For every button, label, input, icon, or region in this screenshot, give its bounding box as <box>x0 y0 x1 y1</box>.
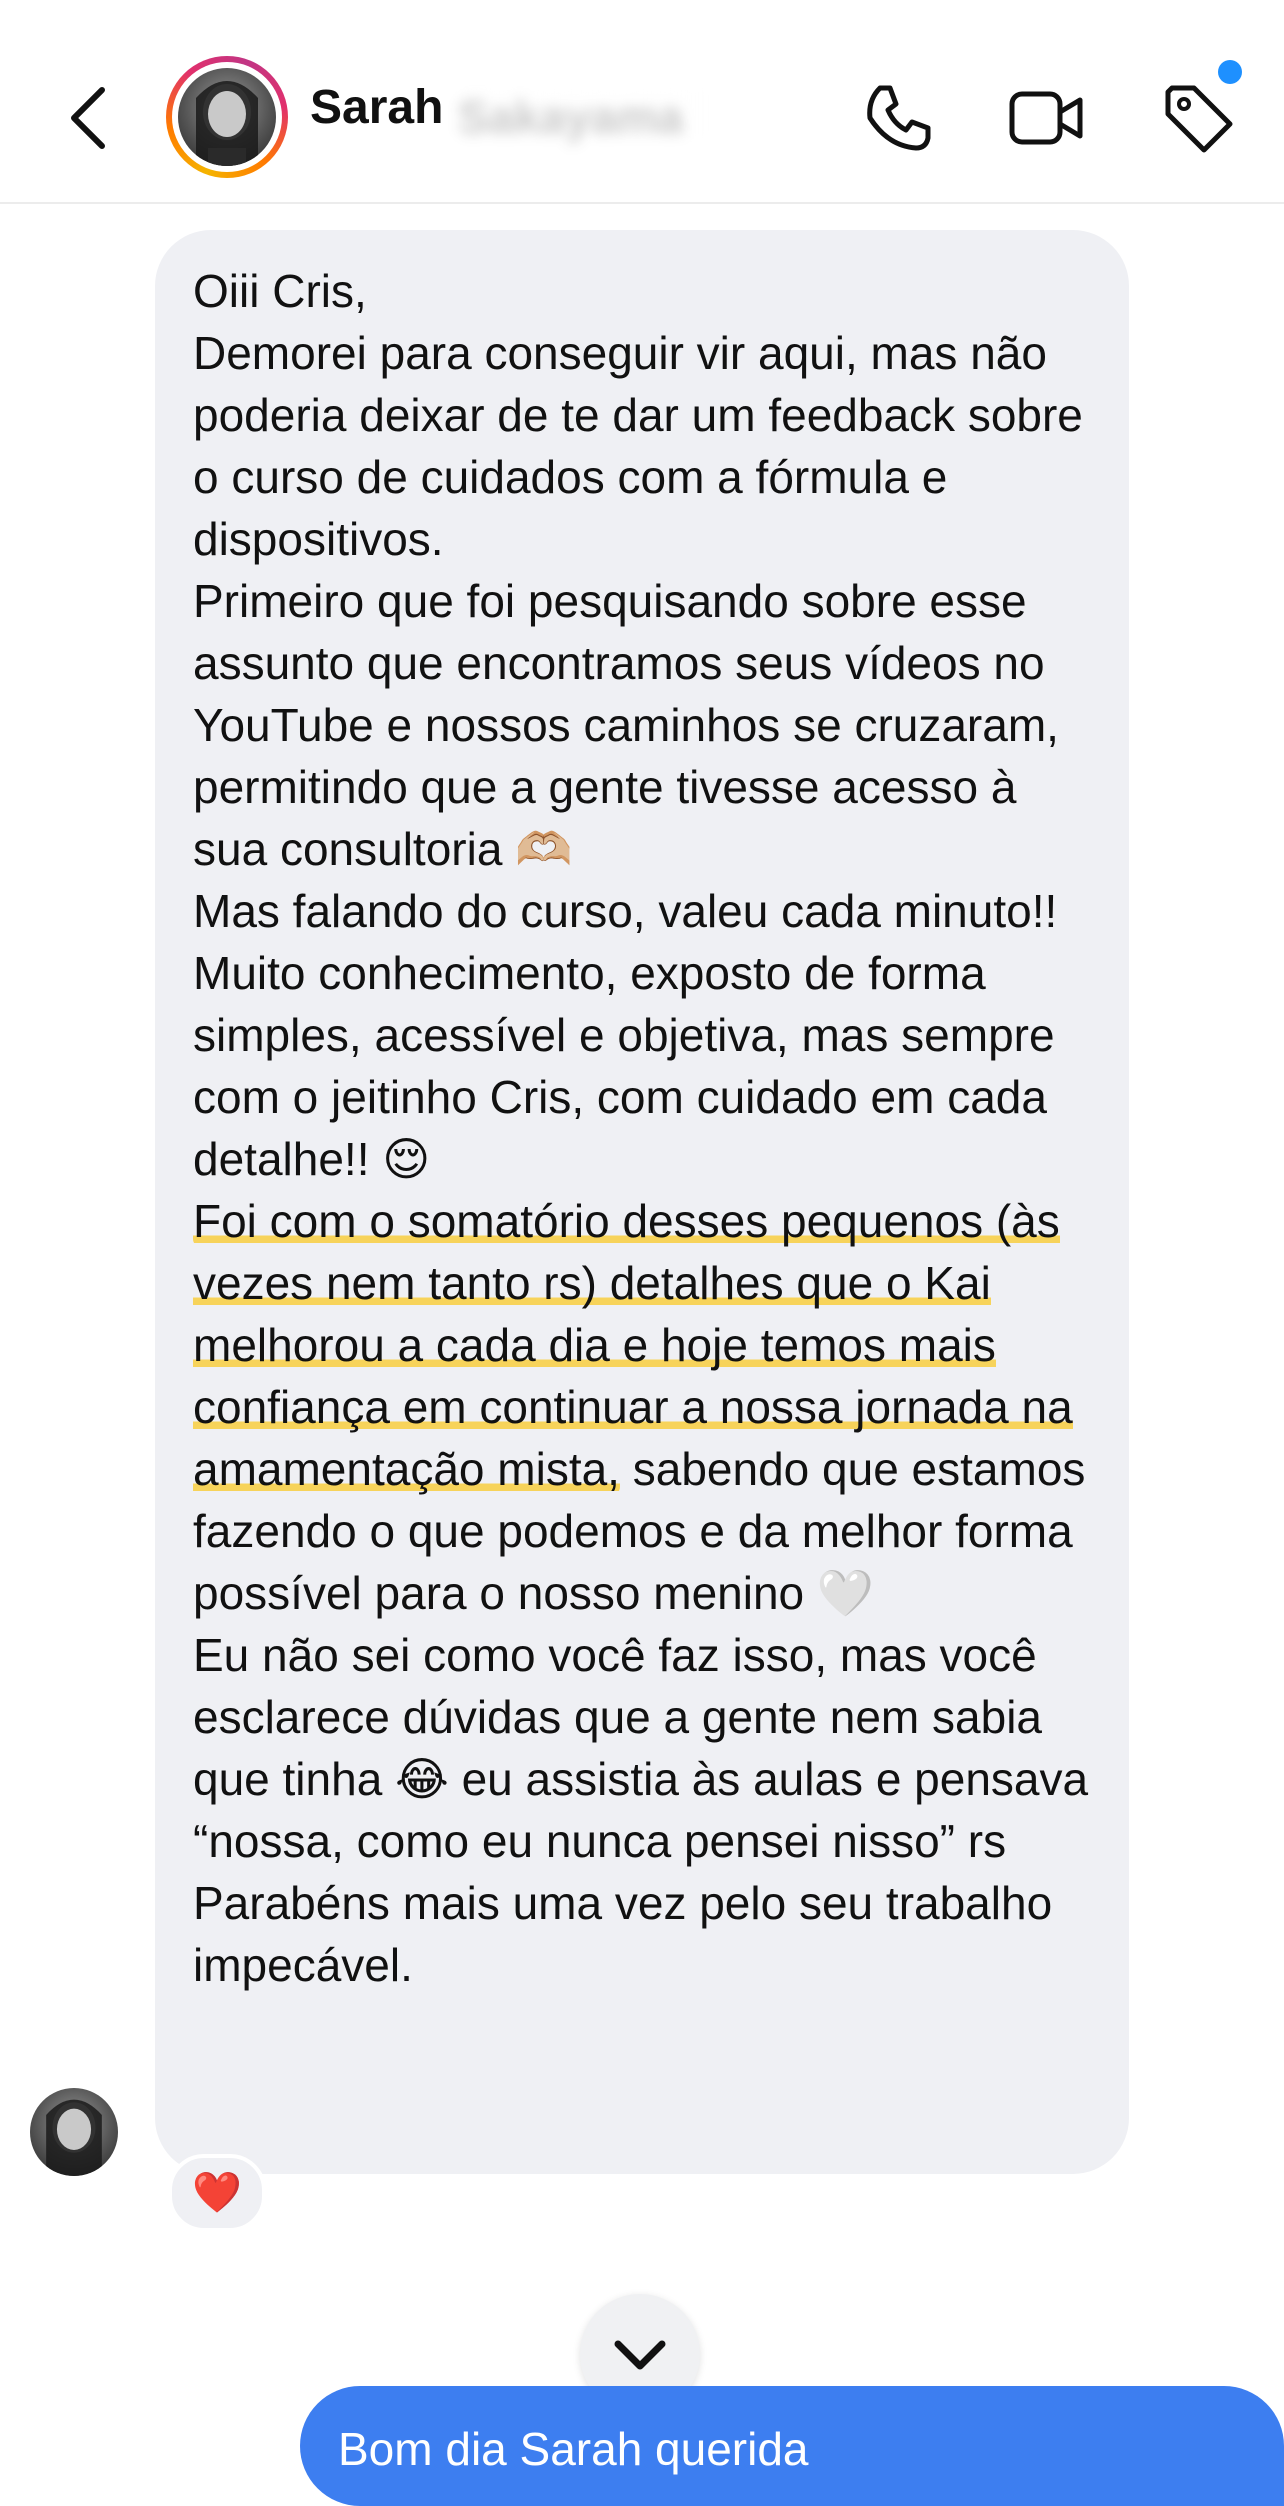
message-paragraph-2-text: Primeiro que foi pesquisando sobre esse … <box>193 575 1059 875</box>
message-greeting: Oiii Cris, <box>193 265 367 317</box>
contact-avatar[interactable] <box>166 56 288 178</box>
message-paragraph-3-text: Mas falando do curso, valeu cada minuto!… <box>193 885 1058 1185</box>
message-paragraph-1: Demorei para conseguir vir aqui, mas não… <box>193 327 1083 565</box>
message-text: Oiii Cris, Demorei para conseguir vir aq… <box>193 260 1103 1996</box>
outgoing-message-bubble[interactable]: Bom dia Sarah querida <box>300 2386 1284 2506</box>
heart-reaction[interactable]: ❤️ <box>168 2154 266 2232</box>
back-chevron-icon[interactable] <box>58 78 118 158</box>
heart-hands-emoji: 🫶🏼 <box>515 822 573 876</box>
contact-surname-obscured: Sakayama <box>458 90 708 143</box>
phone-icon[interactable] <box>858 78 938 158</box>
contact-name[interactable]: Sarah <box>310 80 443 135</box>
tears-of-joy-emoji: 😂 <box>395 1752 449 1806</box>
sender-avatar[interactable] <box>30 2088 118 2176</box>
video-camera-icon[interactable] <box>1006 78 1086 158</box>
chat-header: Sarah Sakayama <box>0 0 1284 204</box>
message-paragraph-6: Parabéns mais uma vez pelo seu trabalho … <box>193 1877 1053 1991</box>
outgoing-message-text: Bom dia Sarah querida <box>338 2423 809 2475</box>
relieved-face-emoji: 😌 <box>382 1132 431 1186</box>
message-paragraph-5: Eu não sei como você faz isso, mas você … <box>193 1624 1103 1872</box>
avatar-silhouette <box>196 81 258 166</box>
message-paragraph-4: Foi com o somatório desses pequenos (às … <box>193 1190 1103 1624</box>
white-heart-emoji: 🤍 <box>816 1566 875 1620</box>
sender-avatar-silhouette <box>46 2099 102 2176</box>
message-paragraph-2: Primeiro que foi pesquisando sobre esse … <box>193 570 1103 880</box>
message-paragraph-3: Mas falando do curso, valeu cada minuto!… <box>193 880 1103 1190</box>
incoming-message-bubble[interactable]: Oiii Cris, Demorei para conseguir vir aq… <box>155 230 1129 2174</box>
notification-dot <box>1218 60 1242 84</box>
avatar-photo <box>178 68 276 166</box>
tag-icon[interactable] <box>1158 78 1238 158</box>
avatar-ring-gap <box>172 62 282 172</box>
contact-surname-blurred: Sakayama <box>458 91 684 143</box>
